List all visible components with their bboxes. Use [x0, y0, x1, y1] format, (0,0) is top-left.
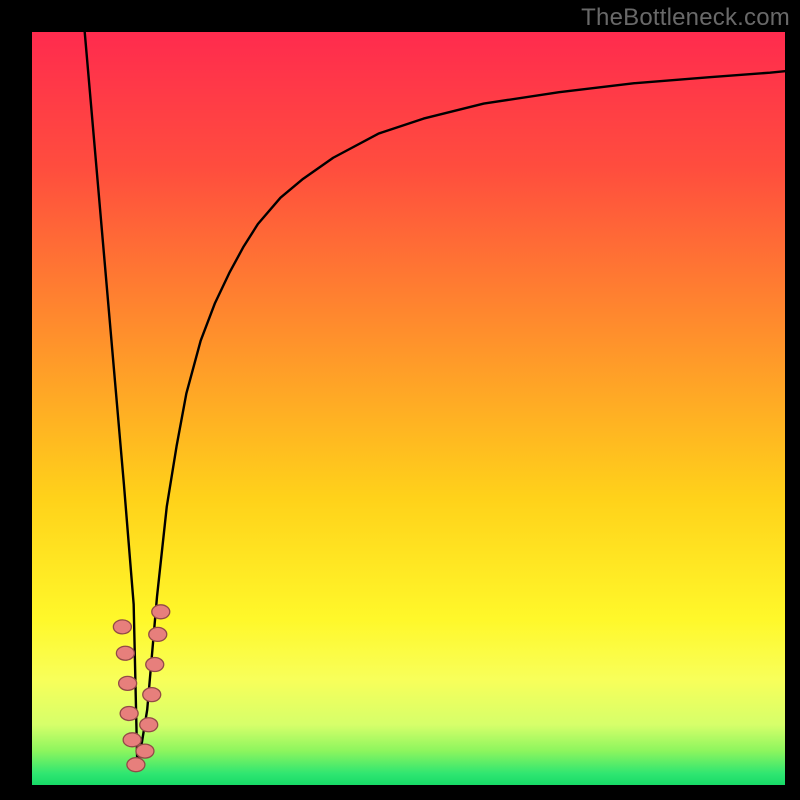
marker-left-5 — [127, 758, 145, 772]
marker-left-3 — [120, 706, 138, 720]
watermark-text: TheBottleneck.com — [581, 4, 790, 32]
marker-right-2 — [143, 688, 161, 702]
marker-left-1 — [116, 646, 134, 660]
marker-right-0 — [136, 744, 154, 758]
marker-right-3 — [146, 658, 164, 672]
gradient-background — [32, 32, 785, 785]
chart-frame: TheBottleneck.com — [0, 0, 800, 800]
marker-left-0 — [113, 620, 131, 634]
marker-right-1 — [140, 718, 158, 732]
plot-svg — [32, 32, 785, 785]
plot-area — [32, 32, 785, 785]
marker-left-4 — [123, 733, 141, 747]
marker-left-2 — [119, 676, 137, 690]
marker-right-5 — [152, 605, 170, 619]
marker-right-4 — [149, 627, 167, 641]
